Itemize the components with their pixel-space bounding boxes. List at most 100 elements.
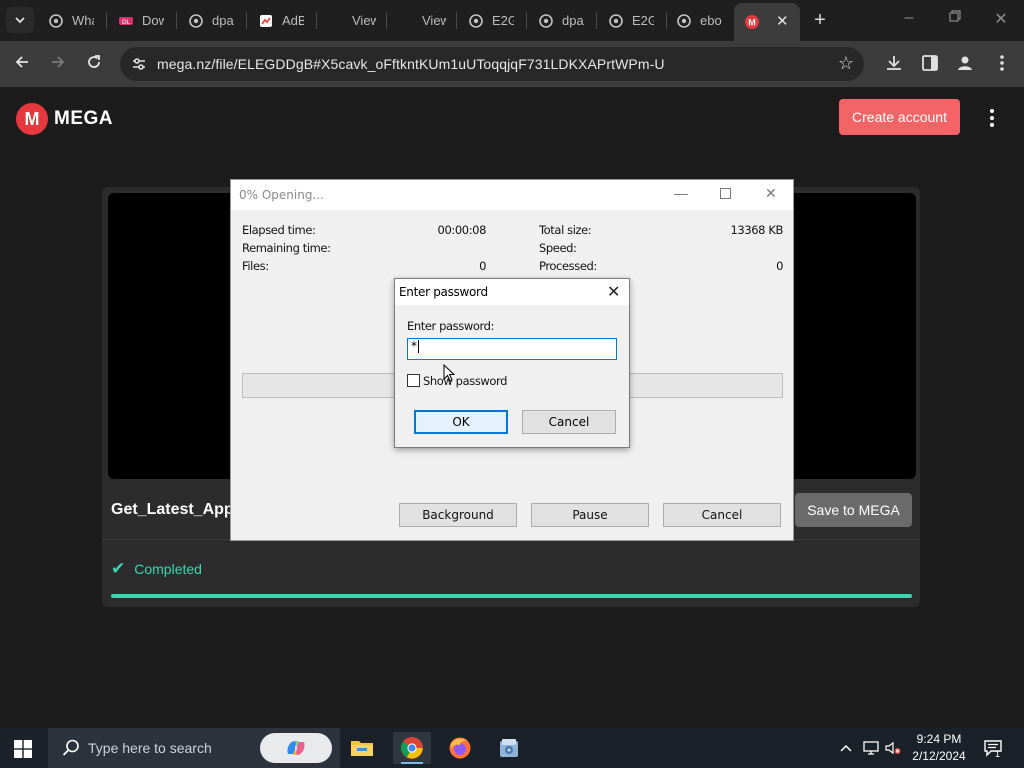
browser-tab[interactable]: Wha — [48, 0, 98, 41]
close-icon[interactable]: ✕ — [607, 282, 620, 302]
browser-tab-active[interactable]: M ✕ — [734, 3, 800, 41]
tab-separator — [596, 12, 597, 29]
search-icon — [62, 739, 79, 756]
firefox-icon[interactable] — [441, 732, 479, 764]
tab-separator — [386, 12, 387, 29]
download-progress-fill — [111, 594, 912, 598]
close-window-icon[interactable]: ✕ — [991, 9, 1011, 29]
tab-title: AdB — [282, 13, 304, 28]
new-tab-button[interactable]: + — [809, 9, 831, 31]
tab-title: Wha — [72, 13, 94, 28]
forward-arrow-icon — [52, 56, 65, 68]
clock-date: 2/12/2024 — [912, 749, 966, 763]
restore-window-icon[interactable] — [945, 9, 965, 27]
browser-tab-strip: Wha DL Dow dpa AdB View View E2G dpa E2G — [0, 0, 1024, 41]
mega-icon: M — [744, 14, 760, 30]
show-hidden-icons-icon[interactable] — [838, 728, 854, 768]
password-dialog-titlebar[interactable]: Enter password ✕ — [395, 279, 629, 305]
file-name: Get_Latest_App_ — [111, 501, 243, 518]
taskbar: Type here to search 9:24 PM 2/12/2024 1 — [0, 728, 1024, 768]
browser-tab[interactable]: View — [328, 0, 378, 41]
cancel-extract-button[interactable]: Cancel — [663, 503, 781, 527]
browser-tab[interactable]: DL Dow — [118, 0, 168, 41]
browser-menu-icon[interactable] — [992, 53, 1014, 75]
files-label: Files: — [242, 259, 269, 273]
browser-tab[interactable]: E2G — [468, 0, 518, 41]
address-bar[interactable]: mega.nz/file/ELEGDDgB#X5cavk_oFftkntKUm1… — [120, 47, 864, 81]
tab-separator — [316, 12, 317, 29]
total-size-value: 13368 KB — [730, 223, 784, 237]
minimize-window-icon[interactable]: – — [899, 9, 919, 27]
browser-toolbar: mega.nz/file/ELEGDDgB#X5cavk_oFftkntKUm1… — [0, 41, 1024, 87]
show-password-label[interactable]: Show password — [423, 374, 507, 388]
globe-icon — [538, 13, 554, 29]
notifications-icon[interactable]: 1 — [982, 728, 1004, 768]
globe-icon — [468, 13, 484, 29]
password-label: Enter password: — [407, 319, 494, 333]
network-icon[interactable] — [862, 728, 880, 768]
chrome-taskbar-icon[interactable] — [393, 732, 431, 764]
chevron-down-icon — [15, 17, 25, 24]
globe-icon — [676, 13, 692, 29]
taskbar-search-box[interactable]: Type here to search — [48, 728, 340, 768]
browser-tab[interactable]: dpa — [538, 0, 588, 41]
more-options-icon[interactable] — [986, 107, 998, 129]
mega-logo-text: MEGA — [54, 108, 113, 129]
image-site-icon — [258, 13, 274, 29]
svg-text:M: M — [748, 18, 756, 28]
pause-button[interactable]: Pause — [531, 503, 649, 527]
system-clock[interactable]: 9:24 PM 2/12/2024 — [898, 731, 980, 765]
password-input[interactable]: * — [407, 338, 617, 360]
tab-separator — [106, 12, 107, 29]
speed-label: Speed: — [539, 241, 577, 255]
save-to-mega-button[interactable]: Save to MEGA — [795, 493, 912, 527]
maximize-icon[interactable] — [720, 186, 731, 202]
archiver-app-icon[interactable] — [490, 732, 528, 764]
extract-window-titlebar[interactable]: 0% Opening... — ✕ — [231, 180, 793, 210]
minimize-icon[interactable]: — — [674, 185, 688, 201]
reload-button[interactable] — [83, 53, 105, 75]
extract-window-title: 0% Opening... — [239, 188, 324, 202]
site-settings-icon[interactable] — [130, 55, 148, 73]
tab-separator — [176, 12, 177, 29]
text-caret — [418, 340, 419, 353]
password-input-value: * — [411, 339, 417, 353]
processed-value: 0 — [776, 259, 783, 273]
browser-tab[interactable]: E2G — [608, 0, 658, 41]
close-tab-icon[interactable]: ✕ — [776, 12, 789, 30]
file-explorer-icon[interactable] — [343, 732, 381, 764]
download-progress-bar — [111, 594, 912, 598]
cancel-button[interactable]: Cancel — [522, 410, 616, 434]
globe-icon — [48, 13, 64, 29]
mega-logo[interactable]: M MEGA — [16, 103, 113, 135]
create-account-button[interactable]: Create account — [839, 99, 960, 135]
tab-title: View — [352, 13, 376, 28]
tab-separator — [246, 12, 247, 29]
copilot-icon[interactable] — [260, 733, 332, 763]
browser-tab[interactable]: ebo — [676, 0, 726, 41]
show-password-checkbox[interactable] — [407, 374, 420, 387]
checkmark-icon: ✔ — [111, 559, 126, 578]
bookmark-star-icon[interactable]: ☆ — [838, 53, 854, 74]
mouse-cursor-icon — [443, 364, 455, 382]
clock-time: 9:24 PM — [916, 732, 962, 746]
browser-tab[interactable]: View — [398, 0, 448, 41]
downloads-icon[interactable] — [884, 53, 906, 75]
windows-start-icon[interactable] — [14, 740, 32, 758]
browser-tab[interactable]: AdB — [258, 0, 308, 41]
password-dialog: Enter password ✕ Enter password: * Show … — [394, 278, 630, 448]
ok-button[interactable]: OK — [414, 410, 508, 434]
side-panel-icon[interactable] — [920, 53, 942, 75]
tab-search-button[interactable] — [6, 7, 34, 33]
forward-button[interactable] — [47, 53, 69, 75]
status-text: Completed — [134, 561, 202, 577]
url-text: mega.nz/file/ELEGDDgB#X5cavk_oFftkntKUm1… — [157, 56, 665, 72]
active-app-indicator — [401, 762, 423, 764]
profile-icon[interactable] — [955, 53, 977, 75]
remaining-label: Remaining time: — [242, 241, 331, 255]
browser-tab[interactable]: dpa — [188, 0, 238, 41]
close-icon[interactable]: ✕ — [765, 185, 777, 202]
background-button[interactable]: Background — [399, 503, 517, 527]
password-dialog-title: Enter password — [399, 285, 488, 299]
back-button[interactable] — [11, 53, 33, 75]
